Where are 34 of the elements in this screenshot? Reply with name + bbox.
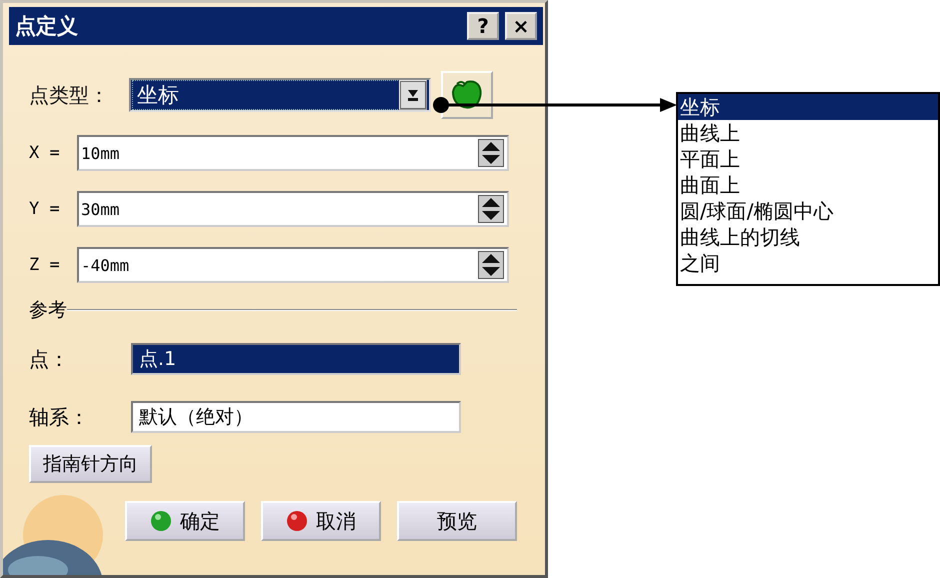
list-item[interactable]: 之间: [678, 250, 938, 276]
spinner-icon[interactable]: [478, 139, 504, 167]
point-field[interactable]: 点.1: [131, 343, 461, 375]
axis-system-field[interactable]: 默认（绝对）: [131, 401, 461, 433]
coordinate-label: Z =: [29, 255, 61, 275]
ok-ball-icon: [150, 510, 172, 532]
spinner-icon[interactable]: [478, 251, 504, 279]
list-item[interactable]: 坐标: [678, 94, 938, 120]
coordinate-input[interactable]: 10mm: [77, 135, 509, 171]
coordinate-label: Y =: [29, 199, 61, 219]
list-item[interactable]: 平面上: [678, 146, 938, 172]
list-item[interactable]: 曲线上的切线: [678, 224, 938, 250]
point-type-label: 点类型：: [29, 82, 109, 108]
dropdown-arrow-icon[interactable]: [399, 80, 427, 110]
section-title: 参考: [29, 298, 67, 323]
window-title: 点定义: [15, 13, 78, 40]
field-label: 轴系：: [29, 404, 90, 430]
coordinate-input[interactable]: 30mm: [77, 191, 509, 227]
help-button[interactable]: ?: [467, 12, 499, 40]
compass-direction-button[interactable]: 指南针方向: [29, 445, 152, 483]
list-item[interactable]: 曲线上: [678, 120, 938, 146]
cancel-button[interactable]: 取消: [261, 501, 381, 541]
plain-button[interactable]: 预览: [397, 501, 517, 541]
point-type-dropdown[interactable]: 坐标: [129, 78, 431, 112]
cancel-ball-icon: [286, 510, 308, 532]
ok-button[interactable]: 确定: [125, 501, 245, 541]
tools-button[interactable]: [441, 71, 493, 119]
field-label: 点：: [29, 346, 70, 372]
coordinate-input[interactable]: -40mm: [77, 247, 509, 283]
coordinate-label: X =: [29, 143, 61, 163]
spinner-icon[interactable]: [478, 195, 504, 223]
list-item[interactable]: 曲面上: [678, 172, 938, 198]
list-item[interactable]: 圆/球面/椭圆中心: [678, 198, 938, 224]
close-button[interactable]: ×: [505, 12, 537, 40]
